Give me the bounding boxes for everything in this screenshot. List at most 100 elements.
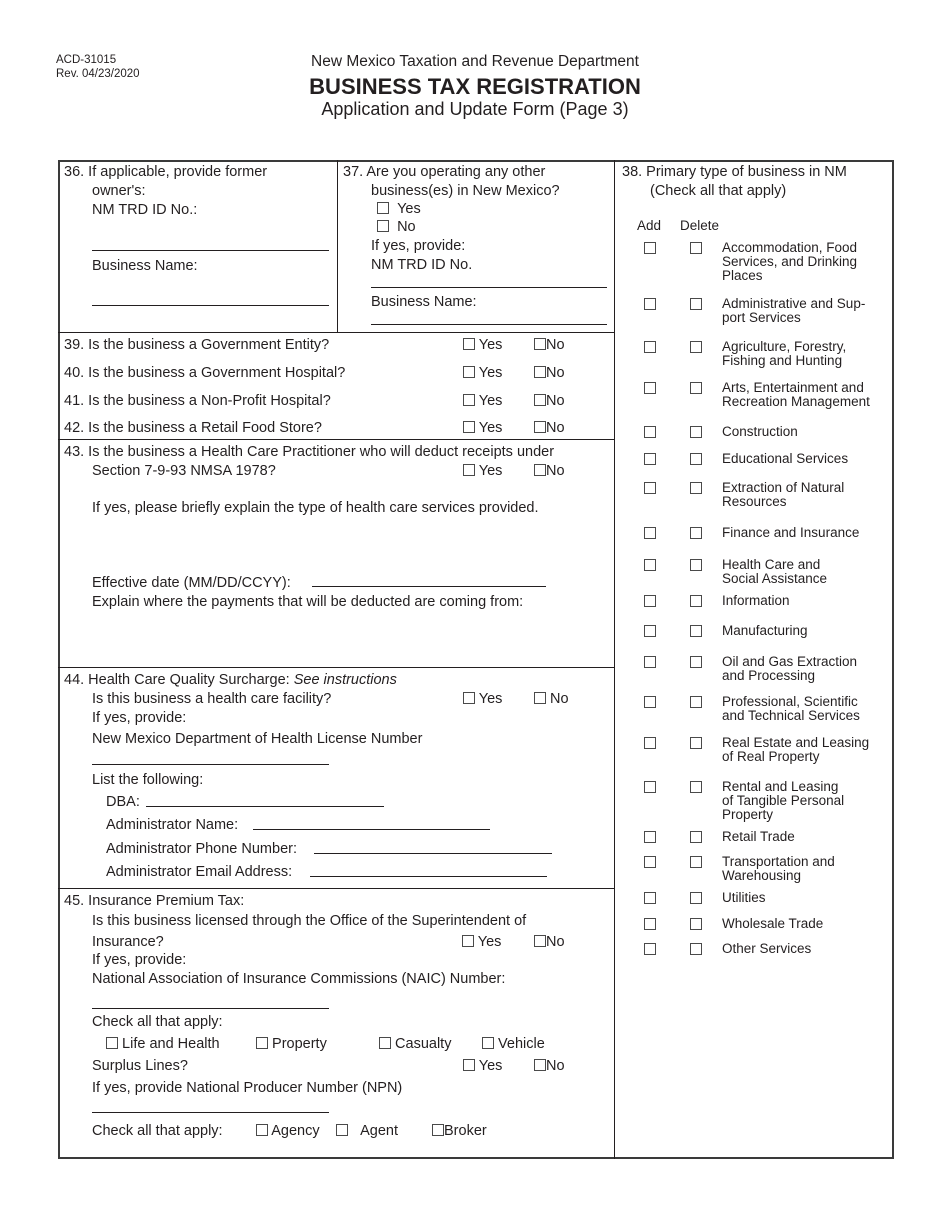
q44-license-input[interactable] [92,764,329,765]
checkbox-icon[interactable] [463,464,475,476]
add-checkbox[interactable] [644,527,656,539]
delete-checkbox[interactable] [690,781,702,793]
q45-naic-input[interactable] [92,1008,329,1009]
delete-checkbox[interactable] [690,737,702,749]
delete-checkbox[interactable] [690,242,702,254]
delete-checkbox[interactable] [690,831,702,843]
delete-checkbox[interactable] [690,625,702,637]
q42-no-option[interactable]: No [534,420,565,437]
q36-name-input[interactable] [92,305,329,306]
add-checkbox[interactable] [644,382,656,394]
add-checkbox[interactable] [644,559,656,571]
checkbox-icon[interactable] [256,1037,268,1049]
q37-name-input[interactable] [371,324,607,325]
q39-yes-option[interactable]: Yes [463,337,502,354]
checkbox-icon[interactable] [534,935,546,947]
q41-yes-option[interactable]: Yes [463,393,502,410]
checkbox-icon[interactable] [432,1124,444,1136]
checkbox-icon[interactable] [463,421,475,433]
delete-checkbox[interactable] [690,426,702,438]
checkbox-icon[interactable] [256,1124,268,1136]
q45-role-broker[interactable]: Broker [432,1123,487,1140]
q37-id-input[interactable] [371,287,607,288]
add-checkbox[interactable] [644,781,656,793]
q45-surplus-yes-option[interactable]: Yes [463,1058,502,1075]
checkbox-icon[interactable] [377,202,389,214]
checkbox-icon[interactable] [534,464,546,476]
q45-type-casualty[interactable]: Casualty [379,1036,451,1053]
add-checkbox[interactable] [644,696,656,708]
add-checkbox[interactable] [644,856,656,868]
q39-no-option[interactable]: No [534,337,565,354]
delete-checkbox[interactable] [690,943,702,955]
q45-npn-input[interactable] [92,1112,329,1113]
delete-checkbox[interactable] [690,559,702,571]
q37-no-option[interactable]: No [377,219,416,236]
add-checkbox[interactable] [644,656,656,668]
q44-no-option[interactable]: No [534,691,569,708]
q45-type-vehicle[interactable]: Vehicle [482,1036,545,1053]
q45-role-agency[interactable]: Agency [256,1123,320,1140]
add-checkbox[interactable] [644,341,656,353]
add-checkbox[interactable] [644,298,656,310]
checkbox-icon[interactable] [377,220,389,232]
add-checkbox[interactable] [644,737,656,749]
add-checkbox[interactable] [644,426,656,438]
checkbox-icon[interactable] [463,692,475,704]
delete-checkbox[interactable] [690,595,702,607]
add-checkbox[interactable] [644,453,656,465]
add-checkbox[interactable] [644,482,656,494]
add-checkbox[interactable] [644,918,656,930]
q44-dba-input[interactable] [146,806,384,807]
q40-yes-option[interactable]: Yes [463,365,502,382]
add-checkbox[interactable] [644,625,656,637]
checkbox-icon[interactable] [462,935,474,947]
checkbox-icon[interactable] [379,1037,391,1049]
q45-surplus-no-option[interactable]: No [534,1058,565,1075]
add-checkbox[interactable] [644,595,656,607]
q44-admin-email-input[interactable] [310,876,547,877]
checkbox-icon[interactable] [106,1037,118,1049]
delete-checkbox[interactable] [690,856,702,868]
q45-type-life-health[interactable]: Life and Health [106,1036,220,1053]
q44-yes-option[interactable]: Yes [463,691,502,708]
checkbox-icon[interactable] [336,1124,348,1136]
checkbox-icon[interactable] [482,1037,494,1049]
checkbox-icon[interactable] [534,692,546,704]
delete-checkbox[interactable] [690,892,702,904]
delete-checkbox[interactable] [690,453,702,465]
delete-checkbox[interactable] [690,482,702,494]
add-checkbox[interactable] [644,831,656,843]
checkbox-icon[interactable] [463,366,475,378]
q45-no-option[interactable]: No [534,934,565,951]
delete-checkbox[interactable] [690,298,702,310]
q43-effective-date-input[interactable] [312,586,546,587]
q43-yes-option[interactable]: Yes [463,463,502,480]
q43-no-option[interactable]: No [534,463,565,480]
q44-admin-phone-input[interactable] [314,853,552,854]
checkbox-icon[interactable] [463,1059,475,1071]
q42-yes-option[interactable]: Yes [463,420,502,437]
checkbox-icon[interactable] [534,366,546,378]
q45-role-agent[interactable]: Agent [336,1123,398,1140]
checkbox-icon[interactable] [534,421,546,433]
delete-checkbox[interactable] [690,341,702,353]
add-checkbox[interactable] [644,242,656,254]
q41-no-option[interactable]: No [534,393,565,410]
checkbox-icon[interactable] [463,394,475,406]
checkbox-icon[interactable] [534,338,546,350]
checkbox-icon[interactable] [534,1059,546,1071]
delete-checkbox[interactable] [690,656,702,668]
add-checkbox[interactable] [644,943,656,955]
delete-checkbox[interactable] [690,696,702,708]
delete-checkbox[interactable] [690,527,702,539]
checkbox-icon[interactable] [534,394,546,406]
q40-no-option[interactable]: No [534,365,565,382]
delete-checkbox[interactable] [690,382,702,394]
q45-yes-option[interactable]: Yes [462,934,501,951]
q37-yes-option[interactable]: Yes [377,201,421,218]
add-checkbox[interactable] [644,892,656,904]
q44-admin-name-input[interactable] [253,829,490,830]
checkbox-icon[interactable] [463,338,475,350]
q45-type-property[interactable]: Property [256,1036,327,1053]
